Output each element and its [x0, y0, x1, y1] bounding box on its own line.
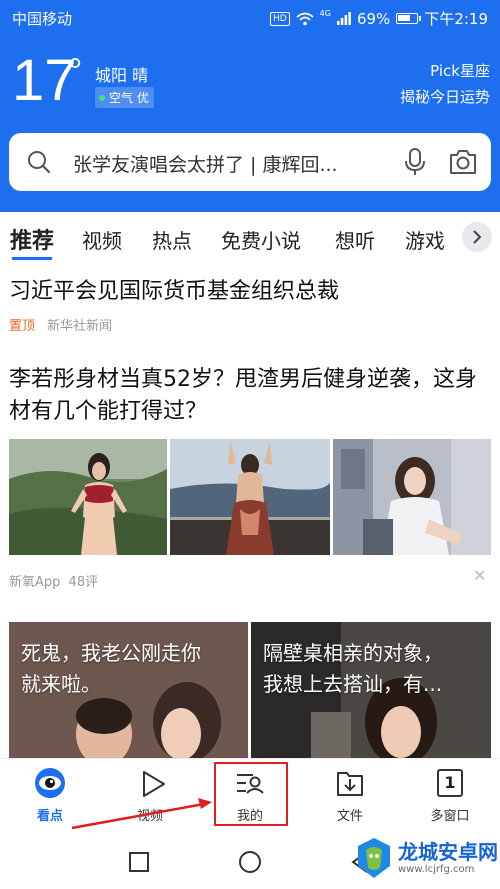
- city-weather[interactable]: 城阳 晴: [95, 62, 148, 86]
- tab-video[interactable]: 视频: [82, 225, 122, 254]
- header: 中国移动 HD 4G 69% 下午2:19 17 ° 城阳 晴 空气 优 Pic…: [0, 0, 500, 212]
- horoscope-title[interactable]: Pick星座: [430, 60, 490, 81]
- signal-icon: [336, 12, 351, 25]
- nav-item-video[interactable]: 视频: [100, 759, 200, 831]
- nav-item-files[interactable]: 文件: [300, 759, 400, 831]
- temperature[interactable]: 17: [12, 52, 77, 110]
- air-quality-label: 空气 优: [109, 91, 149, 105]
- caption-line: 就来啦。: [21, 672, 101, 696]
- active-tab-indicator: [12, 257, 52, 260]
- category-tabs: 推荐 视频 热点 免费小说 想听 游戏: [0, 212, 500, 264]
- camera-icon[interactable]: [448, 148, 478, 176]
- download-icon: [337, 772, 363, 796]
- recent-apps-icon[interactable]: [129, 852, 149, 872]
- caption-line: 我想上去搭讪，有...: [263, 672, 443, 696]
- nav-item-kandian[interactable]: 看点: [0, 759, 100, 831]
- battery-percent: 69%: [356, 9, 391, 28]
- aqi-dot-icon: [99, 94, 105, 101]
- site-watermark: 龙城安卓网 www.lcjrfg.com: [352, 832, 498, 886]
- news-photo-1[interactable]: [9, 439, 167, 555]
- tab-games[interactable]: 游戏: [405, 225, 445, 254]
- status-bar: 中国移动 HD 4G 69% 下午2:19: [0, 0, 500, 34]
- air-quality-badge[interactable]: 空气 优: [95, 87, 154, 108]
- watermark-logo-icon: [358, 838, 390, 878]
- battery-icon: [396, 13, 422, 24]
- caption-line: 死鬼，我老公刚走你: [21, 641, 201, 665]
- play-icon: [143, 771, 165, 797]
- search-bar[interactable]: 张学友演唱会太拼了 | 康辉回...: [9, 133, 491, 191]
- watermark-url: www.lcjrfg.com: [398, 864, 475, 875]
- tab-free-novel[interactable]: 免费小说: [221, 225, 301, 254]
- news-title-pinned[interactable]: 习近平会见国际货币基金组织总裁: [9, 273, 339, 305]
- annotation-highlight: [214, 762, 288, 826]
- news-source: 新华社新闻: [47, 319, 113, 334]
- news-meta-pinned: 置顶 新华社新闻: [9, 315, 112, 334]
- nav-item-windows[interactable]: 1 多窗口: [400, 759, 500, 831]
- news-meta: 新氧App 48评: [9, 571, 98, 590]
- browser-home-screen: 中国移动 HD 4G 69% 下午2:19 17 ° 城阳 晴 空气 优 Pic…: [0, 0, 500, 889]
- news-photo-2[interactable]: [170, 439, 330, 555]
- comment-count: 48评: [68, 575, 99, 590]
- tab-recommend[interactable]: 推荐: [10, 223, 54, 255]
- dismiss-icon[interactable]: ✕: [473, 566, 486, 585]
- video-card-caption: 隔壁桌相亲的对象， 我想上去搭讪，有...: [263, 638, 443, 700]
- news-source: 新氧App: [9, 575, 61, 590]
- video-card-caption: 死鬼，我老公刚走你 就来啦。: [21, 638, 201, 700]
- video-card-1[interactable]: 死鬼，我老公刚走你 就来啦。: [9, 622, 248, 758]
- nav-label: 文件: [336, 809, 363, 824]
- status-indicators: HD 4G 69% 下午2:19: [269, 8, 488, 29]
- carrier-label: 中国移动: [12, 10, 73, 28]
- watermark-title: 龙城安卓网: [398, 840, 498, 864]
- home-icon[interactable]: [239, 851, 261, 873]
- search-input[interactable]: 张学友演唱会太拼了 | 康辉回...: [73, 150, 381, 177]
- video-card-2[interactable]: 隔壁桌相亲的对象， 我想上去搭讪，有...: [251, 622, 491, 758]
- tab-listen[interactable]: 想听: [335, 225, 375, 254]
- window-count-icon: 1: [437, 769, 463, 797]
- clock: 下午2:19: [424, 10, 488, 28]
- caption-line: 隔壁桌相亲的对象，: [263, 641, 443, 665]
- more-tabs-button[interactable]: [462, 222, 492, 252]
- news-title[interactable]: 李若彤身材当真52岁？甩渣男后健身逆袭，这身材有几个能打得过？: [9, 364, 493, 428]
- horoscope-link[interactable]: 揭秘今日运势: [400, 86, 490, 107]
- tab-hot[interactable]: 热点: [152, 225, 192, 254]
- nav-label: 多窗口: [430, 809, 470, 824]
- chevron-right-icon: [473, 230, 482, 244]
- news-photo-3[interactable]: [333, 439, 491, 555]
- nav-label: 看点: [36, 809, 63, 824]
- network-type: 4G: [319, 9, 331, 18]
- pinned-badge: 置顶: [9, 319, 36, 334]
- nav-label: 视频: [136, 809, 163, 824]
- tab-fade: [440, 212, 464, 264]
- degree-symbol: °: [68, 50, 83, 91]
- wifi-icon: [296, 12, 314, 25]
- hd-badge: HD: [269, 11, 290, 26]
- search-icon: [28, 151, 51, 174]
- eye-icon: [35, 768, 65, 798]
- microphone-icon[interactable]: [401, 147, 429, 177]
